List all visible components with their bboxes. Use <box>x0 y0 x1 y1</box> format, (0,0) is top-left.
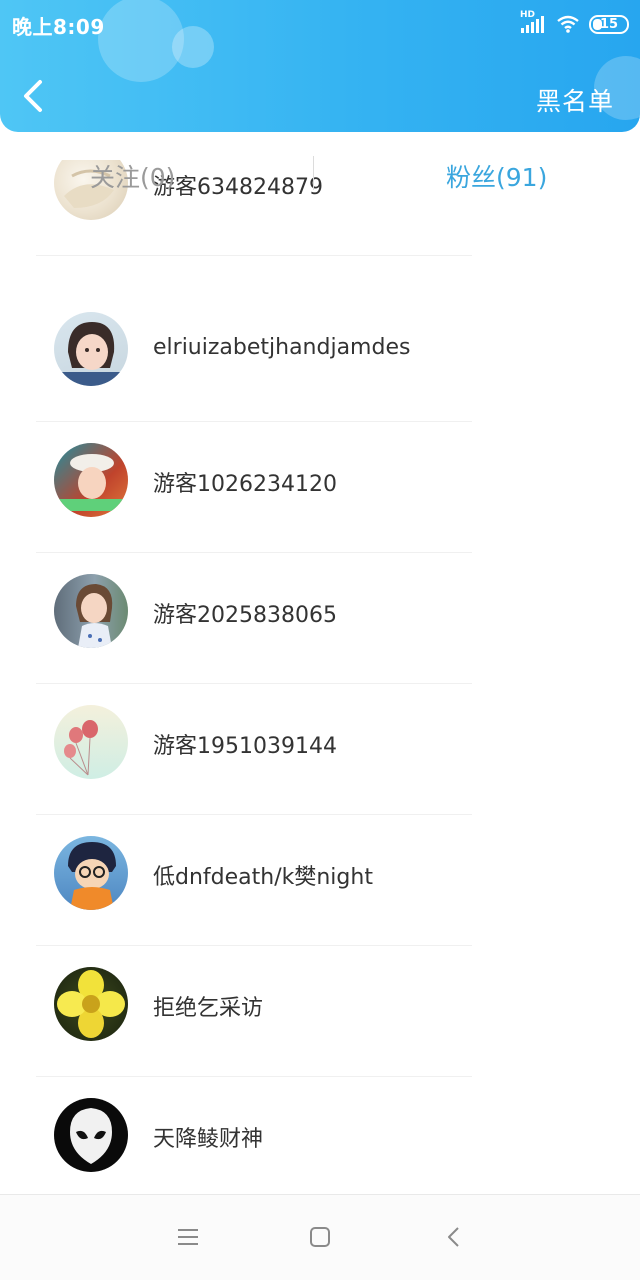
divider <box>36 255 472 256</box>
wifi-icon <box>557 15 579 33</box>
avatar[interactable] <box>54 705 128 779</box>
home-square-icon[interactable] <box>306 1223 334 1251</box>
avatar[interactable] <box>54 312 128 386</box>
username: 拒绝乞采访 <box>153 996 264 1021</box>
avatar[interactable] <box>54 967 128 1041</box>
list-item[interactable]: 游客1026234120 <box>0 422 640 553</box>
avatar[interactable] <box>54 1098 128 1172</box>
username: 游客1951039144 <box>153 734 337 759</box>
list-item[interactable]: 天降鲮财神 <box>0 1077 640 1194</box>
username: 天降鲮财神 <box>153 1127 264 1152</box>
fans-list: 游客634824879 elriuizabetjhandjamdes 游客102… <box>0 160 640 1194</box>
signal-icon <box>521 16 544 33</box>
status-bar: 晚上8:09 HD 15 <box>0 0 640 48</box>
menu-icon[interactable] <box>174 1223 202 1251</box>
system-nav-bar <box>0 1194 640 1280</box>
tab-bar: 关注(0) 粉丝(91) <box>0 148 640 204</box>
list-item[interactable]: 拒绝乞采访 <box>0 946 640 1077</box>
blacklist-button[interactable]: 黑名单 <box>536 82 614 118</box>
username: 低dnfdeath/k樊night <box>153 865 373 890</box>
app-header: 晚上8:09 HD 15 黑名单 <box>0 0 640 132</box>
list-item[interactable]: 游客2025838065 <box>0 553 640 684</box>
list-item[interactable]: 游客1951039144 <box>0 684 640 815</box>
avatar[interactable] <box>54 443 128 517</box>
list-item[interactable]: elriuizabetjhandjamdes <box>0 291 640 422</box>
list-item[interactable]: 低dnfdeath/k樊night <box>0 815 640 946</box>
tab-divider <box>313 156 314 190</box>
username: 游客1026234120 <box>153 472 337 497</box>
avatar[interactable] <box>54 574 128 648</box>
battery-level: 15 <box>599 17 619 32</box>
back-icon[interactable] <box>18 76 54 116</box>
back-triangle-icon[interactable] <box>440 1223 468 1251</box>
battery-icon: 15 <box>589 15 629 34</box>
status-time: 晚上8:09 <box>12 15 105 39</box>
avatar[interactable] <box>54 836 128 910</box>
tab-fans[interactable]: 粉丝(91) <box>446 158 547 194</box>
tab-follow[interactable]: 关注(0) <box>90 158 175 194</box>
username: elriuizabetjhandjamdes <box>153 335 411 360</box>
username: 游客2025838065 <box>153 603 337 628</box>
